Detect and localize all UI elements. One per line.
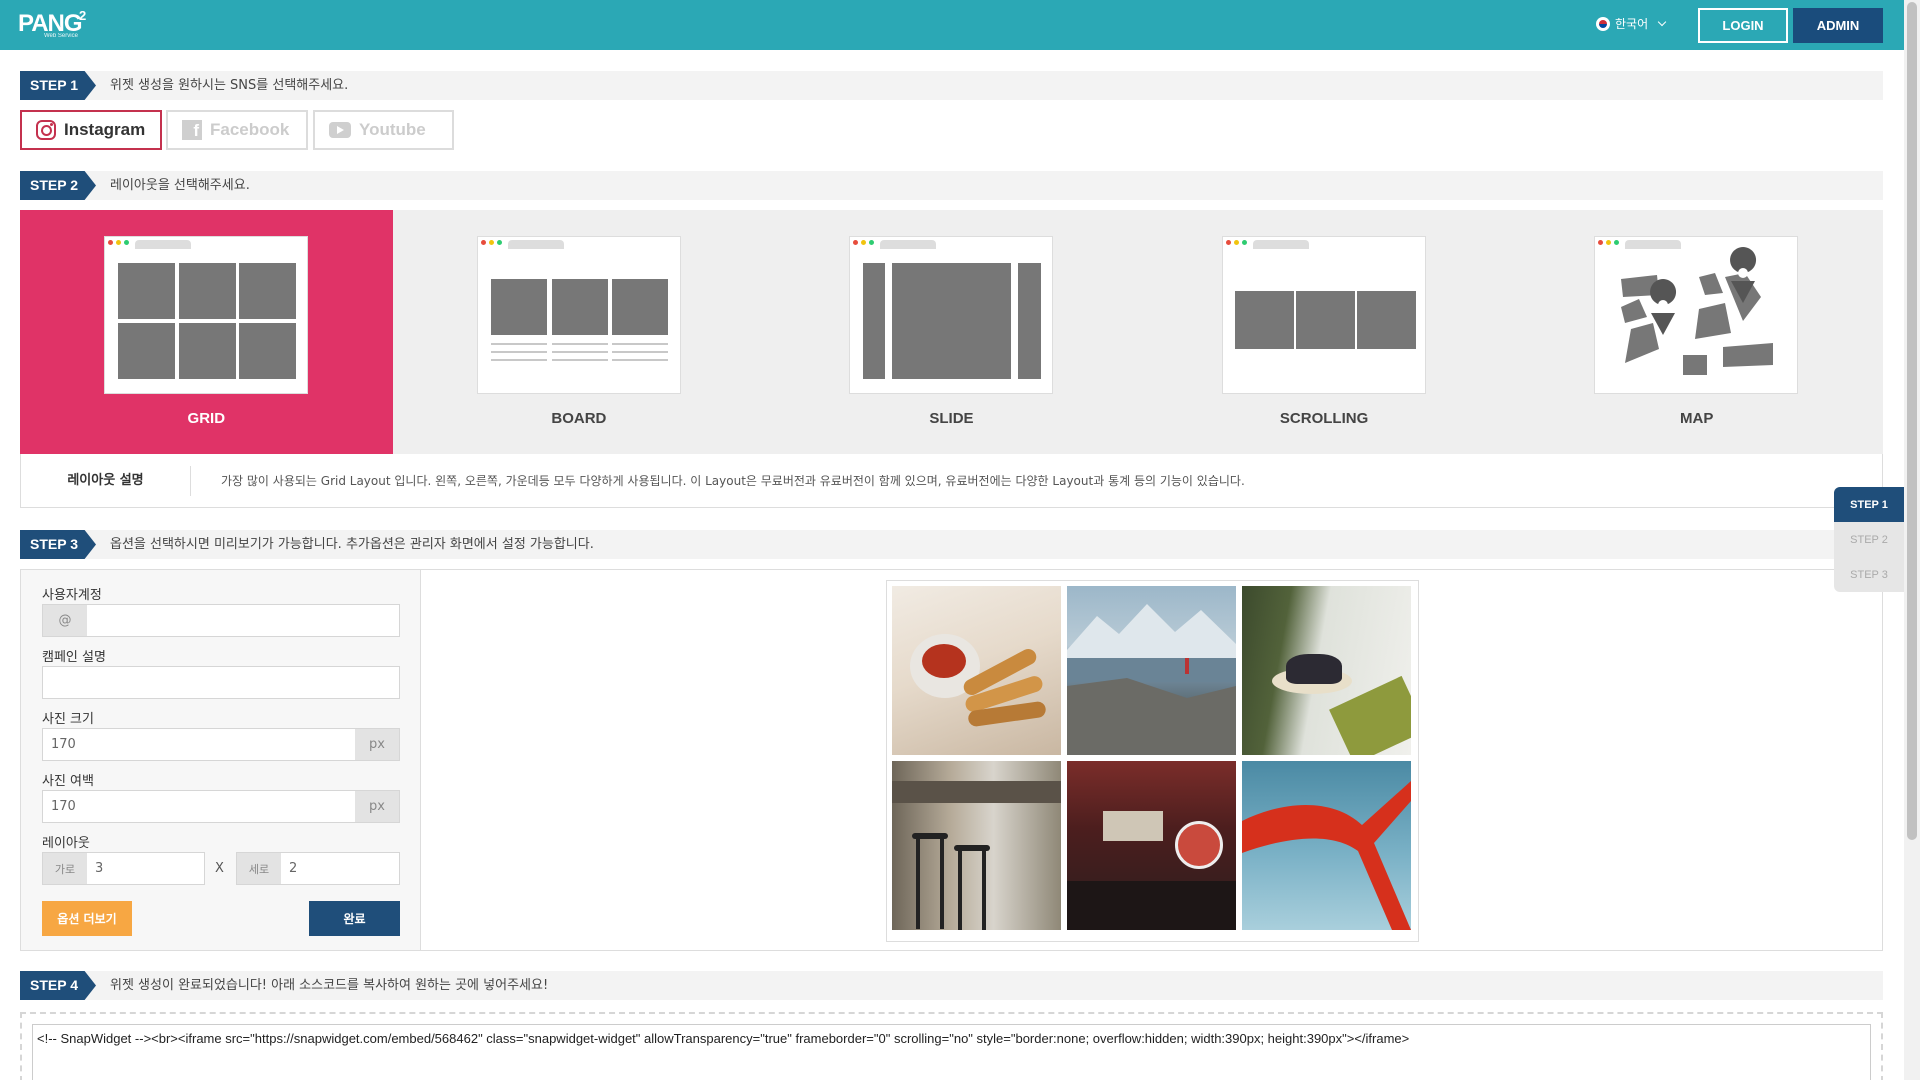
map-layout-icon	[1594, 236, 1799, 394]
rows-input[interactable]: 세로 2	[236, 852, 400, 885]
scrollbar-thumb[interactable]	[1907, 2, 1917, 840]
more-options-button[interactable]: 옵션 더보기	[42, 901, 132, 936]
columns-addon: 가로	[43, 853, 87, 884]
rows-value: 2	[289, 861, 298, 876]
page-scrollbar[interactable]	[1904, 0, 1920, 1080]
embed-code-container: <!-- SnapWidget --><br><iframe src="http…	[20, 1012, 1883, 1080]
sns-label: Instagram	[64, 120, 146, 139]
step3-tag: STEP 3	[20, 530, 96, 559]
layout-options: GRID BOARD SLIDE SCROLLING MAP	[20, 210, 1883, 454]
sns-label: Facebook	[210, 120, 290, 139]
step2-tag: STEP 2	[20, 171, 96, 200]
layout-map-option[interactable]: MAP	[1510, 210, 1883, 454]
photo-size-value: 170	[51, 737, 76, 752]
step2-bar: STEP 2 레이아웃을 선택해주세요.	[20, 171, 1883, 200]
step4-tag: STEP 4	[20, 971, 96, 1000]
scrolling-layout-icon	[1221, 236, 1426, 394]
photo-size-label: 사진 크기	[42, 712, 94, 727]
layout-grid-option[interactable]: GRID	[20, 210, 393, 454]
preview-photo-sculpture[interactable]	[1242, 761, 1411, 930]
korea-flag-icon	[1596, 16, 1610, 31]
sns-facebook-button[interactable]: f Facebook	[166, 110, 308, 150]
step4-instruction: 위젯 생성이 완료되었습니다! 아래 소스코드를 복사하여 원하는 곳에 넣어주…	[110, 978, 549, 993]
chevron-down-icon	[1657, 17, 1667, 26]
campaign-description-label: 캠페인 설명	[42, 650, 106, 665]
map-pin-icon	[1621, 247, 1774, 375]
nav-step3[interactable]: STEP 3	[1834, 557, 1904, 592]
pang2-logo[interactable]: PANG 2 Web Service	[18, 6, 90, 42]
facebook-icon: f	[182, 120, 202, 140]
sns-instagram-button[interactable]: Instagram	[20, 110, 162, 150]
language-selector[interactable]: 한국어	[1596, 15, 1667, 32]
step1-tag: STEP 1	[20, 71, 96, 100]
options-panel: 사용자계정 @ 캠페인 설명 사진 크기 170 px 사진 여백 170 px…	[20, 569, 1883, 951]
preview-photo-mountain[interactable]	[1067, 586, 1236, 755]
youtube-icon	[329, 122, 351, 138]
language-label: 한국어	[1615, 17, 1649, 31]
embed-code-textarea[interactable]: <!-- SnapWidget --><br><iframe src="http…	[32, 1024, 1871, 1080]
campaign-description-input[interactable]	[42, 666, 400, 699]
photo-size-unit: px	[355, 729, 399, 760]
slide-layout-icon	[849, 236, 1054, 394]
sns-youtube-button[interactable]: Youtube	[313, 110, 454, 150]
photo-margin-label: 사진 여백	[42, 774, 94, 789]
columns-value: 3	[95, 861, 104, 876]
top-header: PANG 2 Web Service 한국어 LOGIN ADMIN	[0, 0, 1904, 50]
layout-board-option[interactable]: BOARD	[393, 210, 766, 454]
layout-label: GRID	[187, 410, 226, 427]
user-account-field[interactable]: @	[42, 604, 400, 637]
floating-step-nav: STEP 1 STEP 2 STEP 3	[1834, 487, 1904, 592]
layout-label: SCROLLING	[1279, 410, 1369, 427]
logo-superscript: 2	[79, 8, 87, 23]
layout-label: MAP	[1680, 410, 1714, 427]
nav-step1[interactable]: STEP 1	[1834, 487, 1904, 522]
columns-input[interactable]: 가로 3	[42, 852, 205, 885]
layout-description-text: 가장 많이 사용되는 Grid Layout 입니다. 왼쪽, 오른쪽, 가운데…	[221, 474, 1245, 488]
step3-bar: STEP 3 옵션을 선택하시면 미리보기가 가능합니다. 추가옵션은 관리자 …	[20, 530, 1883, 559]
photo-size-input[interactable]: 170 px	[42, 728, 400, 761]
photo-margin-input[interactable]: 170 px	[42, 790, 400, 823]
login-button[interactable]: LOGIN	[1698, 8, 1788, 43]
layout-description-title: 레이아웃 설명	[21, 466, 191, 496]
step1-bar: STEP 1 위젯 생성을 원하시는 SNS를 선택해주세요.	[20, 71, 1883, 100]
nav-step2[interactable]: STEP 2	[1834, 522, 1904, 557]
layout-label: BOARD	[551, 410, 607, 427]
times-separator: X	[215, 861, 224, 876]
rows-addon: 세로	[237, 853, 281, 884]
preview-photo-stools[interactable]	[892, 761, 1061, 930]
widget-preview	[886, 580, 1419, 942]
step1-instruction: 위젯 생성을 원하시는 SNS를 선택해주세요.	[110, 78, 349, 93]
logo-tagline: Web Service	[44, 33, 78, 39]
grid-layout-icon	[104, 236, 308, 394]
layout-slide-option[interactable]: SLIDE	[765, 210, 1138, 454]
step3-instruction: 옵션을 선택하시면 미리보기가 가능합니다. 추가옵션은 관리자 화면에서 설정…	[110, 537, 594, 552]
layout-description: 레이아웃 설명 가장 많이 사용되는 Grid Layout 입니다. 왼쪽, …	[20, 454, 1883, 508]
board-layout-icon	[476, 236, 681, 394]
preview-photo-restaurant[interactable]	[1067, 761, 1236, 930]
at-sign-addon: @	[43, 605, 87, 636]
layout-scrolling-option[interactable]: SCROLLING	[1138, 210, 1511, 454]
layout-label: SLIDE	[929, 410, 974, 427]
photo-margin-value: 170	[51, 799, 76, 814]
layout-size-label: 레이아웃	[42, 836, 90, 851]
admin-button[interactable]: ADMIN	[1793, 8, 1883, 43]
instagram-icon	[36, 120, 56, 140]
preview-photo-cake[interactable]	[1242, 586, 1411, 755]
done-button[interactable]: 완료	[309, 901, 400, 936]
sns-label: Youtube	[359, 120, 426, 139]
user-account-label: 사용자계정	[42, 588, 102, 603]
step4-bar: STEP 4 위젯 생성이 완료되었습니다! 아래 소스코드를 복사하여 원하는…	[20, 971, 1883, 1000]
photo-margin-unit: px	[355, 791, 399, 822]
preview-photo-chicken[interactable]	[892, 586, 1061, 755]
options-form: 사용자계정 @ 캠페인 설명 사진 크기 170 px 사진 여백 170 px…	[21, 570, 421, 950]
step2-instruction: 레이아웃을 선택해주세요.	[110, 178, 250, 193]
